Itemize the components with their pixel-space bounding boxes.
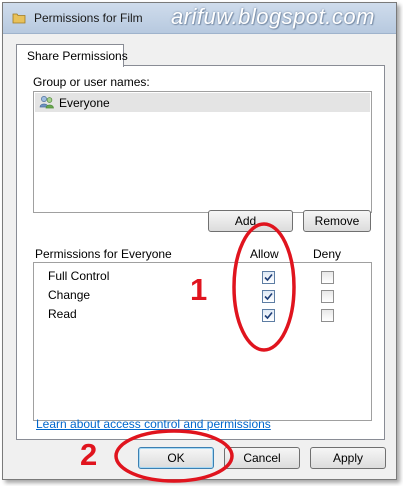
apply-button[interactable]: Apply xyxy=(310,447,386,469)
allow-read-checkbox[interactable] xyxy=(262,309,275,322)
deny-change-checkbox[interactable] xyxy=(321,290,334,303)
annotation-step-1: 1 xyxy=(190,272,208,307)
allow-full-control-checkbox[interactable] xyxy=(262,271,275,284)
permissions-header: Permissions for Everyone xyxy=(35,247,172,261)
add-button[interactable]: Add... xyxy=(208,210,293,232)
title-bar[interactable]: Permissions for Film arifuw.blogspot.com xyxy=(3,3,396,34)
permission-name-change: Change xyxy=(48,288,91,302)
list-item[interactable]: Everyone xyxy=(35,93,370,112)
window-title: Permissions for Film xyxy=(34,11,143,25)
ok-button[interactable]: OK xyxy=(138,447,214,469)
user-name: Everyone xyxy=(59,96,110,110)
group-label: Group or user names: xyxy=(33,75,150,89)
checkmark-icon xyxy=(264,311,273,320)
tab-label: Share Permissions xyxy=(27,49,128,63)
user-list[interactable]: Everyone xyxy=(33,91,372,213)
permission-name-read: Read xyxy=(48,307,77,321)
deny-read-checkbox[interactable] xyxy=(321,309,334,322)
deny-full-control-checkbox[interactable] xyxy=(321,271,334,284)
cancel-button[interactable]: Cancel xyxy=(224,447,300,469)
access-control-help-link[interactable]: Learn about access control and permissio… xyxy=(36,417,271,431)
annotation-step-2: 2 xyxy=(80,437,98,472)
permission-name-full-control: Full Control xyxy=(48,269,110,283)
checkmark-icon xyxy=(264,273,273,282)
allow-change-checkbox[interactable] xyxy=(262,290,275,303)
folder-icon xyxy=(12,13,26,24)
dialog-window: Permissions for Film arifuw.blogspot.com… xyxy=(2,2,397,480)
share-permissions-panel: Group or user names: Everyone Add... Rem… xyxy=(16,65,385,440)
allow-column-label: Allow xyxy=(250,247,279,261)
deny-column-label: Deny xyxy=(313,247,342,261)
watermark: arifuw.blogspot.com xyxy=(171,4,375,29)
tab-share-permissions[interactable]: Share Permissions xyxy=(16,44,128,67)
remove-button[interactable]: Remove xyxy=(303,210,371,232)
checkmark-icon xyxy=(264,292,273,301)
users-group-icon xyxy=(39,96,54,109)
